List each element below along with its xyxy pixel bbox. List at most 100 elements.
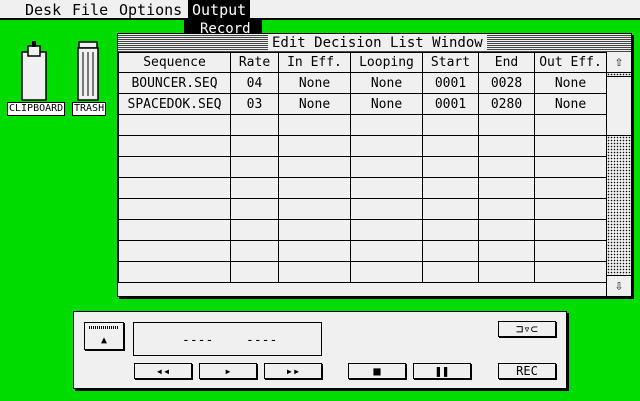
table-cell[interactable]: [230, 156, 279, 178]
table-cell[interactable]: [118, 261, 231, 283]
table-cell[interactable]: [534, 114, 607, 136]
stop-button[interactable]: ■: [348, 363, 406, 379]
table-cell[interactable]: [230, 240, 279, 262]
table-cell[interactable]: [350, 156, 423, 178]
table-cell[interactable]: [230, 261, 279, 283]
col-out-effect[interactable]: Out Eff.: [534, 52, 607, 73]
table-row[interactable]: [118, 114, 607, 136]
table-row[interactable]: [118, 177, 607, 199]
scroll-up-arrow-icon[interactable]: ⇧: [607, 52, 631, 73]
table-cell[interactable]: [350, 261, 423, 283]
table-cell[interactable]: [118, 219, 231, 241]
rec-button[interactable]: REC: [498, 363, 556, 379]
table-cell[interactable]: 04: [230, 72, 279, 94]
table-cell[interactable]: [350, 177, 423, 199]
table-cell[interactable]: [278, 114, 351, 136]
menu-options[interactable]: Options: [115, 0, 186, 20]
col-looping[interactable]: Looping: [350, 52, 423, 73]
table-cell[interactable]: [230, 177, 279, 199]
table-cell[interactable]: [278, 177, 351, 199]
table-cell[interactable]: 0280: [478, 93, 535, 115]
table-row[interactable]: [118, 156, 607, 178]
col-in-effect[interactable]: In Eff.: [278, 52, 351, 73]
table-cell[interactable]: [422, 177, 479, 199]
trash-desktop-icon[interactable]: [76, 40, 100, 102]
table-cell[interactable]: [422, 198, 479, 220]
rewind-button[interactable]: ◂◂: [134, 363, 192, 379]
table-cell[interactable]: [230, 114, 279, 136]
table-cell[interactable]: [422, 156, 479, 178]
table-cell[interactable]: [534, 198, 607, 220]
table-cell[interactable]: [278, 261, 351, 283]
table-cell[interactable]: [350, 219, 423, 241]
table-cell[interactable]: [278, 156, 351, 178]
table-cell[interactable]: [350, 114, 423, 136]
menu-file[interactable]: File: [68, 0, 112, 20]
table-row[interactable]: [118, 240, 607, 262]
table-cell[interactable]: [422, 261, 479, 283]
table-cell[interactable]: 0001: [422, 93, 479, 115]
table-cell[interactable]: [118, 177, 231, 199]
table-row[interactable]: [118, 135, 607, 157]
table-cell[interactable]: [422, 219, 479, 241]
table-cell[interactable]: None: [278, 72, 351, 94]
window-titlebar[interactable]: Edit Decision List Window: [118, 34, 631, 53]
table-cell[interactable]: [478, 135, 535, 157]
video-button[interactable]: ⊐▿⊂: [498, 321, 556, 337]
table-cell[interactable]: [118, 156, 231, 178]
menu-output[interactable]: Output: [188, 0, 251, 20]
table-cell[interactable]: [534, 240, 607, 262]
col-start[interactable]: Start: [422, 52, 479, 73]
table-cell[interactable]: [534, 219, 607, 241]
table-cell[interactable]: [278, 135, 351, 157]
col-rate[interactable]: Rate: [230, 52, 279, 73]
table-cell[interactable]: [278, 198, 351, 220]
pause-button[interactable]: ❚❚: [413, 363, 471, 379]
table-cell[interactable]: [230, 198, 279, 220]
table-cell[interactable]: [422, 135, 479, 157]
table-cell[interactable]: [478, 198, 535, 220]
eject-button[interactable]: ▲: [84, 322, 124, 350]
table-cell[interactable]: BOUNCER.SEQ: [118, 72, 231, 94]
table-row[interactable]: BOUNCER.SEQ 04 None None 0001 0028 None: [118, 72, 607, 94]
table-cell[interactable]: [350, 198, 423, 220]
table-cell[interactable]: [350, 240, 423, 262]
col-sequence[interactable]: Sequence: [118, 52, 231, 73]
menu-desk[interactable]: Desk: [21, 0, 65, 20]
table-cell[interactable]: 03: [230, 93, 279, 115]
table-cell[interactable]: [478, 156, 535, 178]
table-cell[interactable]: [478, 240, 535, 262]
table-cell[interactable]: [118, 135, 231, 157]
table-cell[interactable]: [350, 135, 423, 157]
table-cell[interactable]: [278, 219, 351, 241]
table-cell[interactable]: 0001: [422, 72, 479, 94]
clipboard-desktop-icon[interactable]: [18, 40, 50, 102]
table-cell[interactable]: [230, 219, 279, 241]
table-cell[interactable]: [230, 135, 279, 157]
table-cell[interactable]: SPACEDOK.SEQ: [118, 93, 231, 115]
table-cell[interactable]: [422, 114, 479, 136]
table-row[interactable]: [118, 198, 607, 220]
table-cell[interactable]: None: [534, 72, 607, 94]
table-cell[interactable]: None: [350, 72, 423, 94]
table-cell[interactable]: 0028: [478, 72, 535, 94]
table-cell[interactable]: [422, 240, 479, 262]
table-cell[interactable]: [534, 156, 607, 178]
scroll-down-arrow-icon[interactable]: ⇩: [607, 275, 631, 296]
table-cell[interactable]: [118, 198, 231, 220]
scroll-thumb[interactable]: [607, 76, 631, 136]
table-cell[interactable]: None: [534, 93, 607, 115]
table-cell[interactable]: [478, 177, 535, 199]
table-row[interactable]: SPACEDOK.SEQ 03 None None 0001 0280 None: [118, 93, 607, 115]
table-cell[interactable]: [278, 240, 351, 262]
play-button[interactable]: ▸: [199, 363, 257, 379]
col-end[interactable]: End: [478, 52, 535, 73]
table-cell[interactable]: None: [350, 93, 423, 115]
vertical-scrollbar[interactable]: ⇧ ⇩: [606, 52, 631, 296]
table-cell[interactable]: [478, 114, 535, 136]
table-row[interactable]: [118, 261, 607, 283]
table-cell[interactable]: [478, 219, 535, 241]
table-cell[interactable]: [118, 114, 231, 136]
table-row[interactable]: [118, 219, 607, 241]
table-cell[interactable]: [478, 261, 535, 283]
